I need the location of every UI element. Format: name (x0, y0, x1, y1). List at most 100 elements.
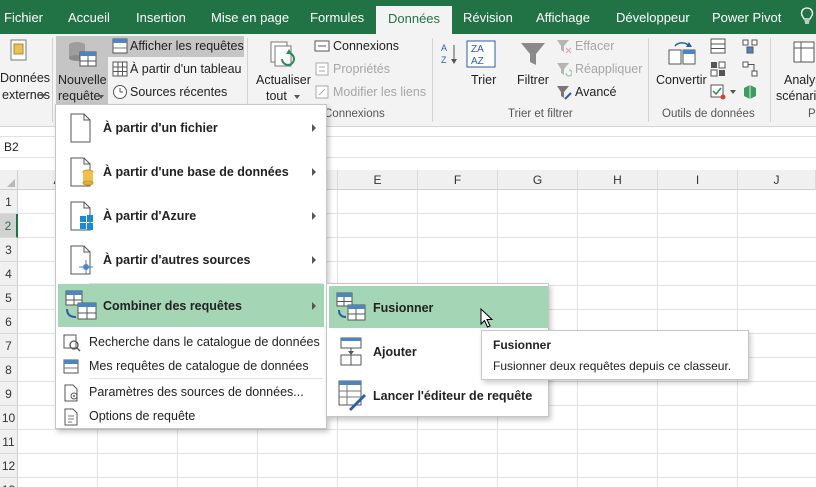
menu-item-from-database[interactable]: À partir d'une base de données (58, 150, 324, 194)
menu-item-my-catalog-queries[interactable]: Mes requêtes de catalogue de données (58, 355, 324, 377)
submenu-arrow-icon (312, 256, 316, 264)
submenu-label-append: Ajouter (373, 345, 417, 359)
what-if-label-1[interactable]: Analys (784, 73, 816, 87)
properties-icon (315, 62, 329, 76)
tab-affichage[interactable]: Affichage (536, 0, 590, 34)
table-icon (112, 61, 128, 77)
manage-data-model-icon[interactable] (742, 84, 758, 100)
menu-label-from-database: À partir d'une base de données (103, 165, 289, 179)
row-header-9[interactable]: 9 (0, 382, 18, 406)
sort-button[interactable]: Trier (471, 73, 496, 87)
name-box[interactable]: B2 (4, 140, 19, 154)
connections-group-label: Connexions (324, 108, 385, 120)
tab-accueil[interactable]: Accueil (68, 0, 110, 34)
submenu-item-merge[interactable]: Fusionner (329, 286, 548, 328)
filter-button[interactable]: Filtrer (517, 73, 549, 87)
external-data-dropdown-icon (40, 94, 46, 98)
consolidate-icon[interactable] (742, 38, 758, 54)
row-header-6[interactable]: 6 (0, 310, 18, 334)
azure-icon (70, 201, 93, 231)
menu-item-from-file[interactable]: À partir d'un fichier (58, 106, 324, 150)
row-header-8[interactable]: 8 (0, 358, 18, 382)
sort-filter-group-label: Trier et filtrer (508, 108, 573, 120)
refresh-all-label-2[interactable]: tout (266, 89, 287, 103)
new-query-label-1: Nouvelle (58, 73, 107, 87)
row-header-2[interactable]: 2 (0, 214, 18, 238)
tab-donnees[interactable]: Données (376, 6, 453, 34)
tab-formules[interactable]: Formules (310, 0, 364, 34)
menu-label-query-options: Options de requête (89, 409, 196, 423)
reapply-button[interactable]: Réappliquer (575, 62, 642, 76)
column-header-h[interactable]: H (578, 170, 658, 190)
row-header-4[interactable]: 4 (0, 262, 18, 286)
combine-queries-icon (65, 290, 97, 320)
refresh-all-label-1[interactable]: Actualiser (256, 73, 311, 87)
row-header-13[interactable]: 13 (0, 478, 18, 487)
sort-icon: ZA AZ (466, 40, 496, 68)
row-header-11[interactable]: 11 (0, 430, 18, 454)
menu-item-source-settings[interactable]: Paramètres des sources de données... (58, 381, 324, 403)
recent-sources-icon (113, 85, 127, 99)
new-query-menu: À partir d'un fichier À partir d'une bas… (55, 104, 327, 429)
relationships-icon[interactable] (742, 61, 758, 77)
svg-text:Z: Z (441, 55, 447, 65)
menu-label-combine-queries: Combiner des requêtes (103, 299, 242, 313)
merge-tooltip: Fusionner Fusionner deux requêtes depuis… (481, 330, 749, 380)
tooltip-description: Fusionner deux requêtes depuis ce classe… (493, 359, 732, 373)
source-settings-icon (64, 384, 78, 402)
refresh-dropdown-icon (294, 95, 300, 99)
row-header-12[interactable]: 12 (0, 454, 18, 478)
tab-power-pivot[interactable]: Power Pivot (712, 0, 781, 34)
recent-sources-button[interactable]: Sources récentes (130, 85, 227, 99)
merge-icon (336, 292, 366, 321)
column-header-i[interactable]: I (658, 170, 738, 190)
row-header-3[interactable]: 3 (0, 238, 18, 262)
column-header-j[interactable]: J (738, 170, 816, 190)
column-header-f[interactable]: F (418, 170, 498, 190)
properties-button[interactable]: Propriétés (333, 62, 390, 76)
submenu-item-launch-editor[interactable]: Lancer l'éditeur de requête (329, 374, 548, 416)
column-header-g[interactable]: G (498, 170, 578, 190)
row-header-5[interactable]: 5 (0, 286, 18, 310)
row-header-10[interactable]: 10 (0, 406, 18, 430)
flash-fill-icon[interactable] (710, 38, 726, 54)
database-icon (70, 157, 94, 187)
submenu-arrow-icon (312, 302, 316, 310)
edit-links-button[interactable]: Modifier les liens (333, 85, 426, 99)
tab-fichier[interactable]: Fichier (4, 0, 43, 34)
remove-duplicates-icon[interactable] (710, 61, 726, 77)
tab-developpeur[interactable]: Développeur (616, 0, 690, 34)
clear-button[interactable]: Effacer (575, 39, 614, 53)
data-validation-icon[interactable] (710, 84, 726, 100)
external-data-label-1[interactable]: Données (0, 71, 50, 85)
tab-revision[interactable]: Révision (463, 0, 513, 34)
column-header-e[interactable]: E (338, 170, 418, 190)
menu-label-my-catalog-queries: Mes requêtes de catalogue de données (89, 359, 309, 373)
new-query-icon (69, 42, 97, 67)
tab-insertion[interactable]: Insertion (136, 0, 186, 34)
submenu-arrow-icon (312, 124, 316, 132)
connections-icon (314, 40, 330, 52)
menu-item-from-azure[interactable]: À partir d'Azure (58, 194, 324, 238)
row-header-7[interactable]: 7 (0, 334, 18, 358)
show-queries-icon (112, 38, 128, 54)
data-tools-group-label: Outils de données (662, 108, 755, 120)
row-header-1[interactable]: 1 (0, 190, 18, 214)
what-if-label-2[interactable]: scénari (776, 89, 816, 103)
data-validation-dropdown-icon[interactable] (730, 90, 736, 94)
menu-item-search-catalog[interactable]: Recherche dans le catalogue de données (58, 331, 324, 353)
menu-item-query-options[interactable]: Options de requête (58, 405, 324, 427)
other-sources-icon (70, 245, 93, 275)
query-editor-icon (338, 380, 366, 411)
menu-label-search-catalog: Recherche dans le catalogue de données (89, 335, 320, 349)
menu-item-combine-queries[interactable]: Combiner des requêtes (58, 284, 324, 327)
menu-item-from-other-sources[interactable]: À partir d'autres sources (58, 238, 324, 282)
connections-button[interactable]: Connexions (333, 39, 399, 53)
select-all-corner[interactable] (0, 170, 18, 190)
append-icon (340, 337, 362, 366)
from-table-button[interactable]: À partir d'un tableau (130, 62, 242, 76)
convert-button[interactable]: Convertir (656, 73, 707, 87)
lightbulb-icon[interactable] (800, 7, 814, 25)
advanced-button[interactable]: Avancé (575, 85, 616, 99)
tab-mise-en-page[interactable]: Mise en page (211, 0, 289, 34)
